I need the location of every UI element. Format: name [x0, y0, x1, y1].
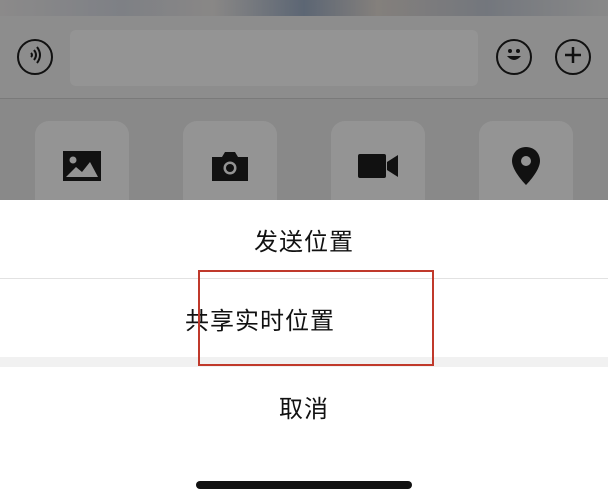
home-indicator[interactable] [196, 481, 412, 489]
send-location-label: 发送位置 [254, 227, 354, 256]
cancel-label: 取消 [279, 394, 329, 423]
annotation-highlight-box [198, 270, 434, 366]
cancel-option[interactable]: 取消 [0, 367, 608, 445]
location-action-sheet: 发送位置 共享实时位置 取消 [0, 200, 608, 500]
send-location-option[interactable]: 发送位置 [0, 200, 608, 279]
